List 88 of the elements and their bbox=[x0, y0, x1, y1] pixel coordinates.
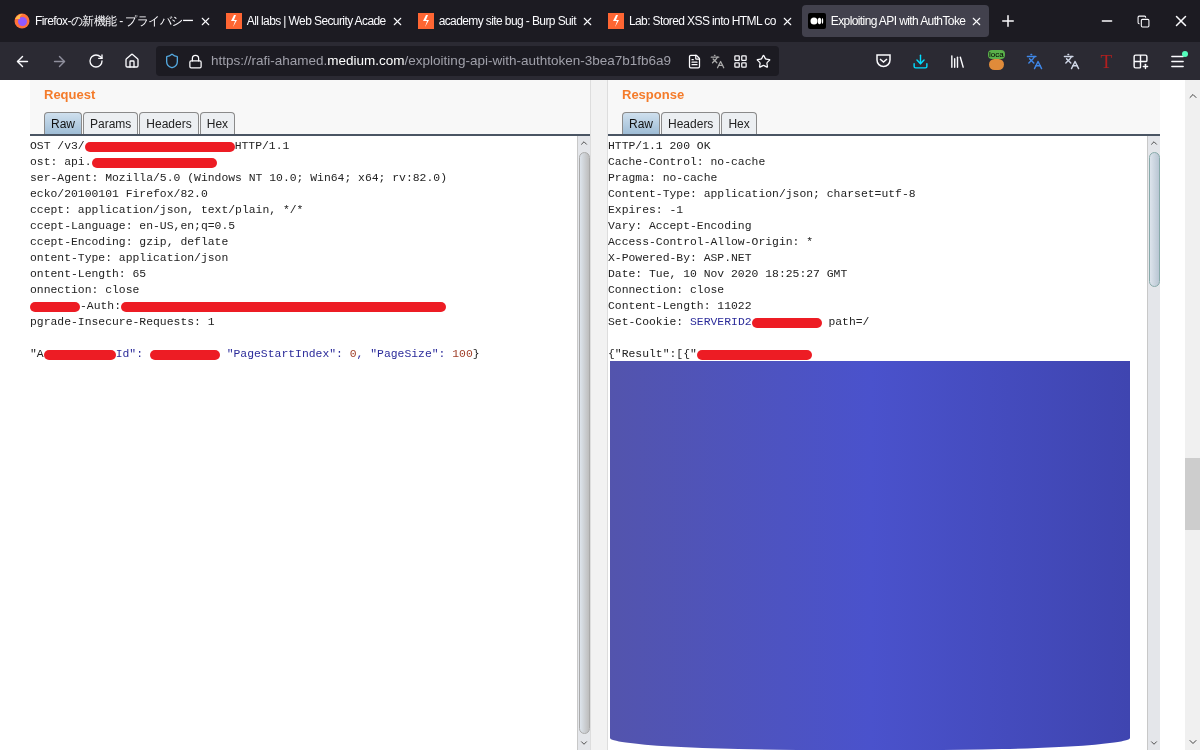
url-text: https://rafi-ahamed.medium.com/exploiting-api-with-authtoken-3bea7b1fb6a9 bbox=[211, 51, 673, 70]
tab-title: Lab: Stored XSS into HTML co bbox=[628, 13, 776, 30]
code-text: Content-Length: 11022 bbox=[608, 299, 752, 315]
panel-title: Response bbox=[622, 85, 686, 104]
tab-title: Exploiting API with AuthToke bbox=[830, 13, 966, 30]
medium-logo-icon bbox=[807, 13, 826, 29]
scrollbar[interactable] bbox=[1147, 136, 1160, 750]
code-text: SERVERID2 bbox=[690, 315, 752, 331]
redaction-mark bbox=[30, 302, 80, 312]
code-text: ontent-Length: 65 bbox=[30, 267, 147, 283]
code-text: ost: api. bbox=[30, 155, 92, 171]
scroll-up-icon[interactable] bbox=[1149, 138, 1159, 148]
code-text: Set-Cookie: bbox=[608, 315, 685, 331]
library-icon[interactable] bbox=[949, 52, 967, 70]
tab-title: academy site bug - Burp Suit bbox=[438, 13, 576, 30]
translate-icon[interactable] bbox=[1063, 52, 1081, 70]
code-text: HTTP/1.1 200 OK bbox=[608, 139, 711, 155]
tab-title: Firefox-の新機能 - プライバシー bbox=[35, 13, 194, 30]
code-text: ontent-Type: application/json bbox=[30, 251, 229, 267]
lightning-logo-icon bbox=[607, 13, 624, 29]
panel-tab[interactable]: Raw bbox=[44, 112, 82, 134]
restore-icon[interactable] bbox=[1137, 14, 1150, 28]
code-text: ser-Agent: Mozilla/5.0 (Windows NT 10.0; Win64; x64; rv:82.0) bbox=[30, 171, 447, 187]
pocket-icon[interactable] bbox=[875, 53, 893, 69]
browser-tab[interactable]: All labs | Web Security Acade bbox=[219, 5, 410, 37]
redaction-mark bbox=[149, 350, 220, 360]
code-text: path=/ bbox=[827, 315, 870, 331]
scroll-thumb[interactable] bbox=[1148, 152, 1160, 287]
scroll-down-icon[interactable] bbox=[1149, 738, 1159, 748]
reader-view-icon[interactable] bbox=[687, 53, 702, 69]
code-text: Connection: close bbox=[608, 283, 725, 299]
download-icon[interactable] bbox=[912, 52, 930, 70]
code-text: "A bbox=[30, 347, 44, 363]
scroll-down-icon[interactable] bbox=[579, 738, 589, 748]
code-text: Cache-Control: no-cache bbox=[608, 155, 766, 171]
code-text: , "PageSize": bbox=[356, 347, 446, 363]
bookmark-star-icon[interactable] bbox=[756, 53, 771, 69]
code-text: HTTP/1.1 bbox=[234, 139, 290, 155]
code-text: onnection: close bbox=[30, 283, 140, 299]
code-text: Expires: -1 bbox=[608, 203, 684, 219]
panel-tab[interactable]: Hex bbox=[721, 112, 757, 134]
panel-tab[interactable]: Headers bbox=[139, 112, 199, 134]
menu-icon[interactable] bbox=[1169, 52, 1186, 70]
code-text: {"Result":[{" bbox=[608, 347, 697, 363]
grid-icon[interactable] bbox=[733, 53, 748, 69]
code-text: 0 bbox=[348, 347, 357, 363]
panel-tab[interactable]: Raw bbox=[622, 112, 660, 134]
code-text: -Auth: bbox=[80, 299, 121, 315]
panel-tab[interactable]: Hex bbox=[199, 112, 236, 134]
code-text: ecko/20100101 Firefox/82.0 bbox=[30, 187, 208, 203]
code-text: ccept: application/json, text/plain, */* bbox=[30, 203, 304, 219]
code-text: Vary: Accept-Encoding bbox=[608, 219, 752, 235]
code-text: ccept-Language: en-US,en;q=0.5 bbox=[30, 219, 236, 235]
code-text: } bbox=[472, 347, 480, 363]
address-bar[interactable]: https://rafi-ahamed.medium.com/exploiting-api-with-authtoken-3bea7b1fb6a9 bbox=[156, 46, 779, 76]
panel-title: Request bbox=[44, 85, 97, 104]
code-text: X-Powered-By: ASP.NET bbox=[608, 251, 752, 267]
home-icon[interactable] bbox=[124, 53, 140, 69]
shield-icon[interactable] bbox=[164, 53, 180, 69]
panel-tab[interactable]: Params bbox=[83, 112, 139, 134]
firefox-logo-icon bbox=[14, 13, 30, 29]
panel-tab[interactable]: Headers bbox=[661, 112, 721, 134]
code-text: pgrade-Insecure-Requests: 1 bbox=[30, 315, 215, 331]
code-text: ccept-Encoding: gzip, deflate bbox=[30, 235, 229, 251]
code-text: Date: Tue, 10 Nov 2020 18:25:27 GMT bbox=[608, 267, 848, 283]
lightning-logo-icon bbox=[417, 13, 434, 29]
tab-title: All labs | Web Security Acade bbox=[246, 13, 386, 30]
browser-tab[interactable]: Lab: Stored XSS into HTML co bbox=[601, 5, 800, 37]
lock-icon bbox=[188, 53, 203, 69]
translate-icon[interactable] bbox=[710, 53, 725, 69]
code-text: Id": bbox=[115, 347, 144, 363]
translate-icon[interactable] bbox=[1026, 52, 1044, 70]
extensions-icon[interactable] bbox=[1132, 52, 1149, 70]
code-text: Access-Control-Allow-Origin: * bbox=[608, 235, 814, 251]
lightning-logo-icon bbox=[225, 13, 242, 29]
page-scrollbar[interactable] bbox=[1185, 80, 1200, 750]
browser-tab[interactable]: academy site bug - Burp Suit bbox=[411, 5, 600, 37]
code-text: 100 bbox=[451, 347, 473, 363]
code-text: Content-Type: application/json; charset=utf-8 bbox=[608, 187, 916, 203]
redaction-mark bbox=[751, 318, 822, 328]
code-text: OST /v3/ bbox=[30, 139, 85, 155]
reload-icon[interactable] bbox=[88, 53, 104, 69]
scroll-thumb[interactable] bbox=[1185, 458, 1200, 530]
browser-tab[interactable]: Firefox-の新機能 - プライバシー bbox=[8, 5, 218, 37]
scroll-up-icon[interactable] bbox=[579, 138, 589, 148]
code-text: "PageStartIndex": bbox=[225, 347, 343, 363]
browser-tab[interactable]: Exploiting API with AuthToke bbox=[801, 5, 990, 37]
code-text: Pragma: no-cache bbox=[608, 171, 718, 187]
